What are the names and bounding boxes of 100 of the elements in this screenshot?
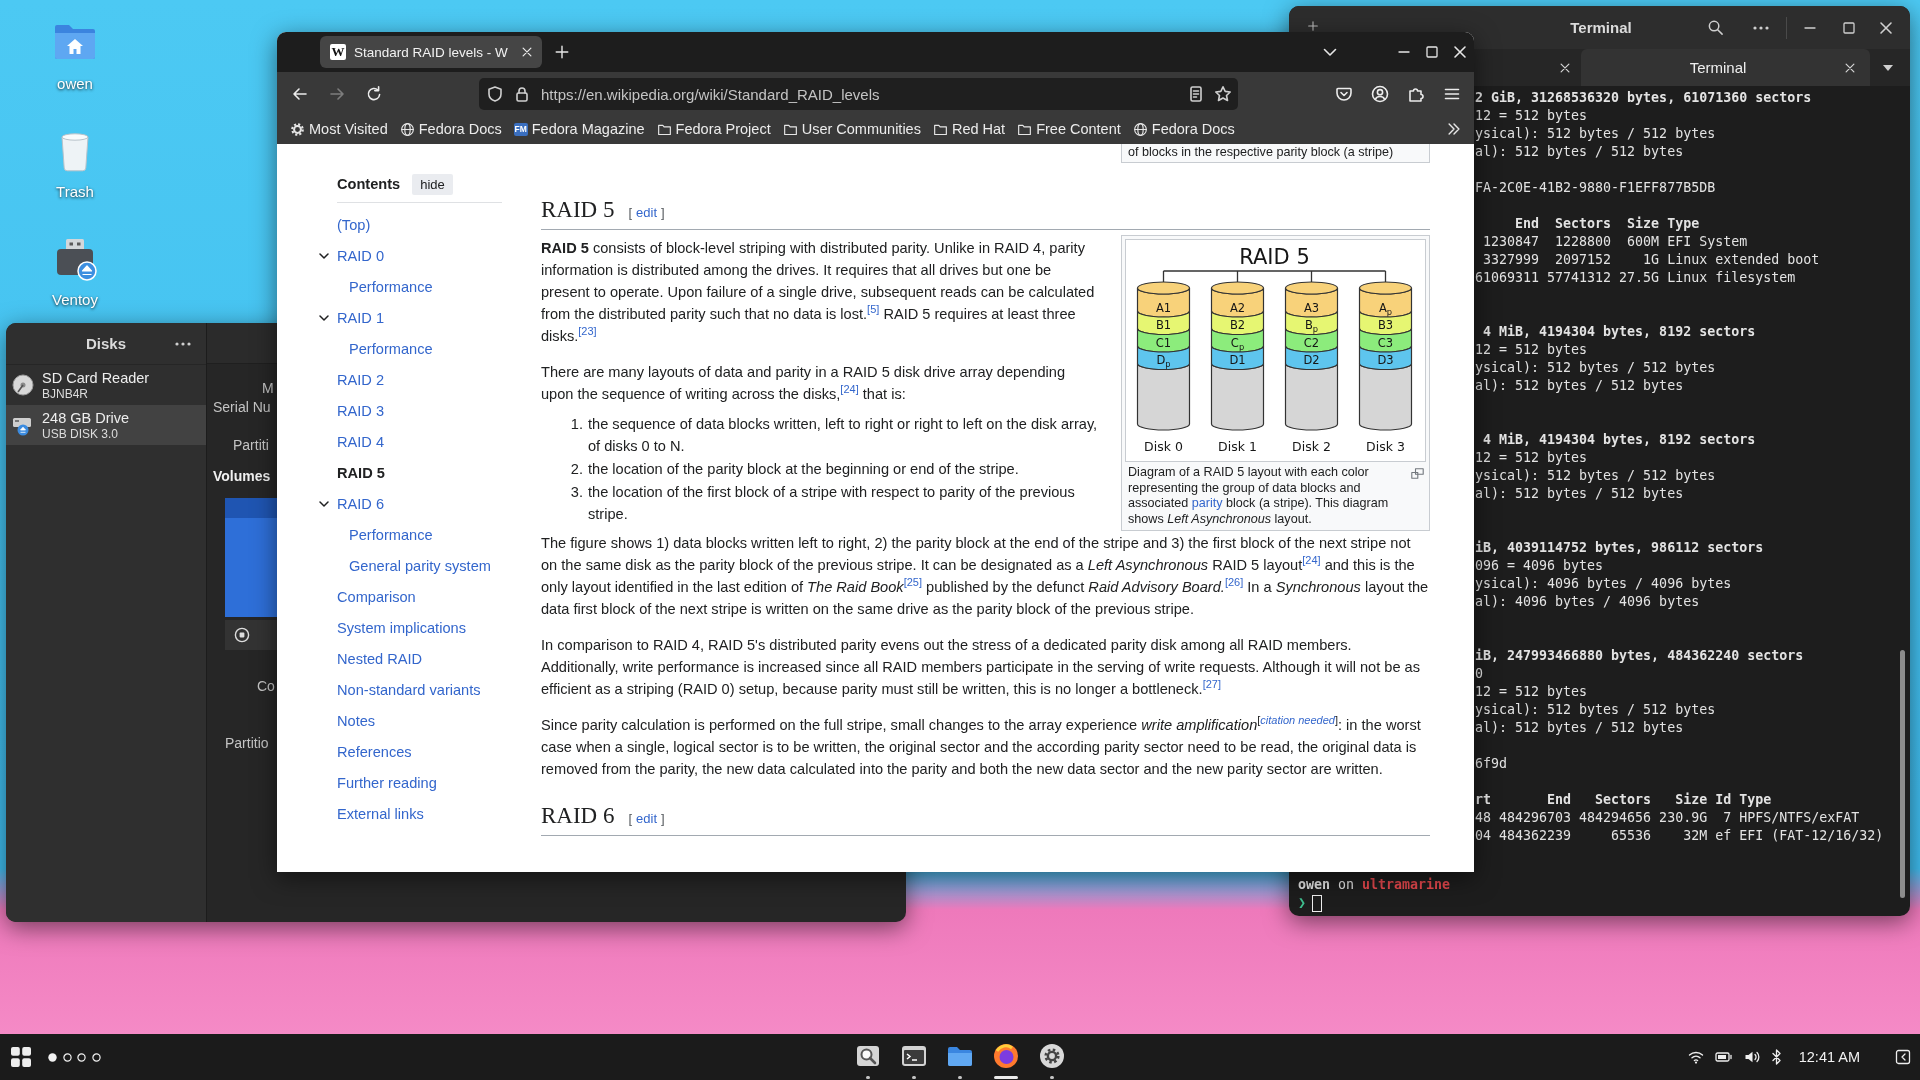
toc-link[interactable]: Non-standard variants [337,681,481,698]
terminal-line: ysical): 4096 bytes / 4096 bytes [1475,574,1733,593]
terminal-line: ysical): 512 bytes / 512 bytes [1475,358,1717,377]
lock-icon[interactable] [513,85,531,103]
terminal-line: al): 512 bytes / 512 bytes [1475,718,1685,737]
enlarge-icon[interactable] [1411,468,1424,479]
volume-icon[interactable] [1743,1049,1760,1065]
citation-needed-link[interactable]: citation needed [1260,714,1335,727]
clock[interactable]: 12:41 AM [1798,1049,1860,1065]
workspace-dot-icon[interactable] [77,1052,86,1062]
diagram-title: RAID 5 [1239,245,1310,269]
star-icon[interactable] [1214,85,1232,103]
text-cursor [1312,894,1322,912]
section-heading: RAID 6 [541,802,615,830]
terminal-line: 1230847 1228800 600M EFI System [1482,232,1749,251]
toc-link[interactable]: External links [337,805,424,822]
reload-icon[interactable] [365,85,383,103]
block-label: D2 [1303,353,1320,367]
disk-label: Disk 2 [1292,439,1331,454]
puzzle-icon[interactable] [1407,85,1425,103]
window-title: Terminal [1570,19,1632,36]
drive-list-item[interactable]: 248 GB Drive USB DISK 3.0 [6,405,206,445]
account-icon[interactable] [1371,85,1389,103]
reader-view-icon[interactable] [1187,85,1205,103]
browser-tab[interactable]: W Standard RAID levels - W [320,36,542,68]
footnote-link[interactable]: [27] [1202,678,1221,691]
close-icon[interactable] [1451,43,1469,61]
stop-icon[interactable] [234,627,250,643]
block-label: C$_{p}$ [1230,335,1245,352]
toc-link[interactable]: RAID 5 [337,464,385,481]
toc-link[interactable]: Comparison [337,588,416,605]
plus-icon[interactable] [1307,20,1319,32]
bookmark-item[interactable]: Red Hat [932,121,1006,137]
toc-link[interactable]: General parity system [349,557,491,574]
scrollbar-thumb[interactable] [1900,650,1905,898]
browser-icon[interactable] [992,1042,1020,1070]
bookmark-item[interactable]: Most Visited [290,121,388,137]
battery-icon[interactable] [1714,1049,1733,1065]
toc-link[interactable]: RAID 3 [337,402,385,419]
shield-icon[interactable] [486,85,504,103]
workspace-dot-icon[interactable] [91,1052,101,1062]
app-grid-icon[interactable] [11,1047,31,1067]
wifi-icon[interactable] [1687,1049,1704,1065]
drive-list-item[interactable]: SD Card Reader BJNB4R [6,365,206,405]
footnote-link[interactable]: [23] [578,325,597,338]
back-arrow-icon[interactable] [291,85,309,103]
toc-link[interactable]: References [337,743,412,760]
toc-link[interactable]: Performance [349,340,433,357]
toc-link[interactable]: RAID 1 [337,309,385,326]
maximize-icon[interactable] [1423,43,1441,61]
toc-link[interactable]: (Top) [337,216,371,233]
toc-link[interactable]: System implications [337,619,466,636]
sidebar-panel-icon[interactable] [1895,1049,1911,1065]
footnote-link[interactable]: [26] [1224,576,1244,589]
edit-link[interactable]: [ edit ] [628,205,665,220]
footnote-link[interactable]: [24] [840,383,859,396]
terminal-line: 6f9d [1475,754,1509,773]
block-label: B$_{p}$ [1304,318,1319,334]
terminal-line: al): 512 bytes / 512 bytes [1475,142,1685,161]
toc-link[interactable]: RAID 6 [337,495,385,512]
gear-icon[interactable] [1038,1042,1066,1070]
double-chevron-icon[interactable] [1446,121,1462,137]
close-icon[interactable] [520,45,534,59]
bookmark-item[interactable]: User Communities [782,121,921,137]
terminal-tab[interactable]: Terminal [1581,49,1870,86]
footnote-link[interactable]: [24] [1302,554,1321,567]
terminal-line: 12 = 512 bytes [1475,448,1589,467]
bookmark-item[interactable]: FM Fedora Magazine [513,121,645,137]
hide-button[interactable]: hide [412,173,453,195]
toc-link[interactable]: Nested RAID [337,650,423,667]
search-icon[interactable] [1707,19,1724,36]
workspace-dot-icon[interactable] [48,1052,57,1062]
field-label: Co [257,678,275,694]
toc-link[interactable]: Performance [349,526,433,543]
list-number: 1. [569,415,583,434]
block-label: C3 [1377,335,1394,350]
bookmark-item[interactable]: Fedora Docs [1132,121,1235,137]
workspace-dot-icon[interactable] [62,1052,72,1062]
bookmark-item[interactable]: Free Content [1017,121,1121,137]
bluetooth-icon[interactable] [1770,1049,1783,1065]
toc-link[interactable]: RAID 2 [337,371,385,388]
caption-link[interactable]: parity [1191,496,1223,511]
footnote-link[interactable]: [5] [867,303,880,316]
pouch-icon[interactable] [1335,85,1353,103]
footnote-link[interactable]: [25] [903,576,922,589]
terminal-line: End Sectors Size Type [1514,214,1701,233]
toc-link[interactable]: RAID 0 [337,247,385,264]
terminal-line: iB, 4039114752 bytes, 986112 sectors [1475,538,1765,557]
toc-link[interactable]: Performance [349,278,433,295]
toc-link[interactable]: Notes [337,712,376,729]
toc-link[interactable]: RAID 4 [337,433,385,450]
address-bar[interactable]: https://en.wikipedia.org/wiki/Standard_RAID_levels [479,78,1238,110]
field-label: Partitio [225,735,269,751]
toc-link[interactable]: Further reading [337,774,437,791]
edit-link[interactable]: [ edit ] [628,811,665,826]
terminal-line: 12 = 512 bytes [1475,340,1589,359]
gear-icon [290,121,305,137]
terminal-line: ysical): 512 bytes / 512 bytes [1475,700,1717,719]
bookmark-item[interactable]: Fedora Docs [399,121,502,137]
bookmark-item[interactable]: Fedora Project [656,121,771,137]
